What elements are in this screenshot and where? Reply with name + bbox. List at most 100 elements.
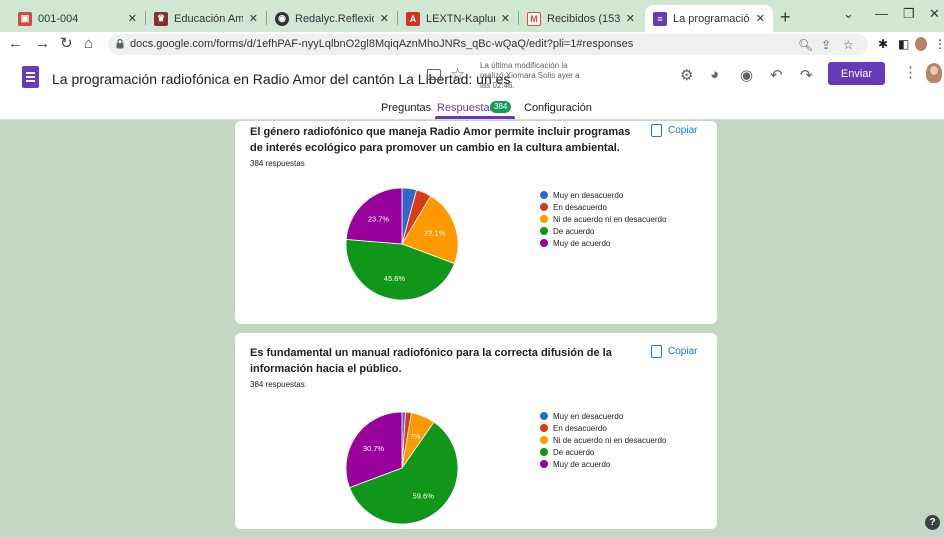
tab-title: LEXTN-Kaplun-12644	[426, 12, 495, 25]
active-tab-indicator	[435, 116, 515, 119]
redo-icon[interactable]: ↷	[800, 66, 813, 84]
legend-label: En desacuerdo	[553, 423, 607, 433]
side-panel-icon[interactable]: ◧	[898, 37, 909, 51]
back-icon[interactable]: ←	[8, 36, 23, 52]
legend-dot-icon	[540, 460, 548, 468]
lock-icon	[116, 39, 124, 49]
copy-icon	[651, 345, 662, 358]
legend-label: De acuerdo	[553, 226, 595, 236]
legend-label: Muy en desacuerdo	[553, 411, 624, 421]
slice-value-label: 30.7%	[363, 444, 385, 453]
close-icon[interactable]: ✕	[756, 12, 765, 25]
form-title[interactable]: La programación radiofónica en Radio Amo…	[52, 71, 510, 87]
help-icon[interactable]: ?	[925, 515, 940, 530]
copy-icon	[651, 124, 662, 137]
legend-dot-icon	[540, 448, 548, 456]
slice-value-label: 45.6%	[384, 274, 406, 283]
legend-item[interactable]: Muy en desacuerdo	[540, 189, 666, 201]
avatar[interactable]	[926, 63, 942, 83]
zoom-icon[interactable]: 🔍︎	[798, 38, 813, 52]
chart-legend: Muy en desacuerdo En desacuerdo Ni de acue…	[540, 189, 666, 249]
legend-dot-icon	[540, 239, 548, 247]
tab-search-icon[interactable]: ⌄	[843, 6, 854, 22]
browser-tab[interactable]: ◉ Redalyc.Reflexiones s ✕	[267, 5, 397, 32]
pie-chart: 22.1% 45.6% 23.7%	[345, 187, 459, 301]
restore-icon[interactable]: ❐	[903, 6, 915, 22]
profile-avatar[interactable]	[915, 37, 927, 51]
palette-icon[interactable]: ◕	[710, 66, 719, 83]
undo-icon[interactable]: ↶	[770, 66, 783, 84]
forward-icon[interactable]: →	[35, 36, 50, 52]
question-card: Es fundamental un manual radiofónico par…	[235, 333, 717, 529]
url-bar[interactable]: docs.google.com/forms/d/1efhPAF-nyyLqlbn…	[108, 34, 868, 55]
legend-label: Ni de acuerdo ni en desacuerdo	[553, 435, 667, 445]
legend-dot-icon	[540, 227, 548, 235]
gmail-icon: M	[527, 11, 541, 26]
home-icon[interactable]: ⌂	[84, 36, 93, 52]
extensions-icon[interactable]: ✱	[878, 37, 888, 51]
legend-item[interactable]: En desacuerdo	[540, 422, 666, 434]
folder-icon[interactable]	[427, 69, 441, 80]
reload-icon[interactable]: ↻	[60, 36, 73, 52]
preview-eye-icon[interactable]: ◉	[740, 66, 753, 84]
legend-item[interactable]: En desacuerdo	[540, 201, 666, 213]
question-card: El género radiofónico que maneja Radio A…	[235, 121, 717, 324]
tab-title: Recibidos (153) - xion	[547, 12, 620, 25]
last-modified-text[interactable]: La última modificación la realizó Xiomar…	[480, 61, 585, 91]
close-icon[interactable]: ✕	[501, 12, 510, 25]
close-icon[interactable]: ✕	[249, 12, 258, 25]
drive-icon: ▣	[18, 11, 32, 26]
legend-item[interactable]: De acuerdo	[540, 446, 666, 458]
legend-item[interactable]: Muy de acuerdo	[540, 237, 666, 249]
tab-questions[interactable]: Preguntas	[381, 102, 431, 114]
send-button[interactable]: Enviar	[828, 62, 885, 85]
close-icon[interactable]: ✕	[128, 12, 137, 25]
web-icon: ◉	[275, 11, 289, 26]
minimize-icon[interactable]: —	[875, 6, 888, 21]
copy-button[interactable]: Copiar	[651, 345, 697, 358]
response-count: 384 respuestas	[250, 159, 305, 168]
browser-tab[interactable]: M Recibidos (153) - xion ✕	[519, 5, 643, 32]
form-tabs: Preguntas Respuestas 384 Configuración	[0, 98, 944, 120]
copy-button[interactable]: Copiar	[651, 124, 697, 137]
legend-dot-icon	[540, 191, 548, 199]
legend-item[interactable]: Muy en desacuerdo	[540, 410, 666, 422]
pdf-icon: A	[406, 11, 420, 26]
legend-label: Muy de acuerdo	[553, 238, 611, 248]
legend-item[interactable]: Ni de acuerdo ni en desacuerdo	[540, 213, 666, 225]
legend-label: Ni de acuerdo ni en desacuerdo	[553, 214, 667, 224]
forms-logo-icon[interactable]	[22, 66, 39, 88]
slice-value-label: 22.1%	[424, 229, 446, 238]
copy-label: Copiar	[668, 346, 698, 357]
legend-label: Muy en desacuerdo	[553, 190, 624, 200]
tab-responses[interactable]: Respuestas	[437, 102, 495, 114]
share-icon[interactable]: ⇪	[821, 38, 831, 52]
addon-puzzle-icon[interactable]: ⚙	[680, 66, 693, 84]
legend-dot-icon	[540, 203, 548, 211]
menu-kebab-icon[interactable]: ⋮	[934, 37, 944, 51]
browser-tab[interactable]: ▣ 001-004 ✕	[10, 5, 145, 32]
close-window-icon[interactable]: ✕	[929, 6, 940, 22]
browser-tab-active[interactable]: ≡ La programación radi ✕	[645, 5, 773, 32]
legend-item[interactable]: Muy de acuerdo	[540, 458, 666, 470]
legend-item[interactable]: De acuerdo	[540, 225, 666, 237]
responses-count-badge: 384	[490, 101, 512, 113]
star-icon[interactable]: ☆	[450, 65, 465, 85]
url-text: docs.google.com/forms/d/1efhPAF-nyyLqlbn…	[130, 38, 634, 50]
legend-dot-icon	[540, 436, 548, 444]
more-options-icon[interactable]: ⋮	[903, 63, 918, 81]
response-count: 384 respuestas	[250, 380, 305, 389]
close-icon[interactable]: ✕	[626, 12, 635, 25]
browser-tab[interactable]: A LEXTN-Kaplun-12644 ✕	[398, 5, 518, 32]
legend-item[interactable]: Ni de acuerdo ni en desacuerdo	[540, 434, 666, 446]
legend-dot-icon	[540, 412, 548, 420]
tab-settings[interactable]: Configuración	[524, 102, 592, 114]
tab-title: Redalyc.Reflexiones s	[295, 12, 374, 25]
close-icon[interactable]: ✕	[380, 12, 389, 25]
legend-dot-icon	[540, 215, 548, 223]
legend-dot-icon	[540, 424, 548, 432]
new-tab-button[interactable]: +	[780, 7, 791, 28]
tab-title: Educación Ambiental	[174, 12, 243, 25]
bookmark-star-icon[interactable]: ☆	[843, 38, 854, 52]
browser-tab[interactable]: ♛ Educación Ambiental ✕	[146, 5, 266, 32]
